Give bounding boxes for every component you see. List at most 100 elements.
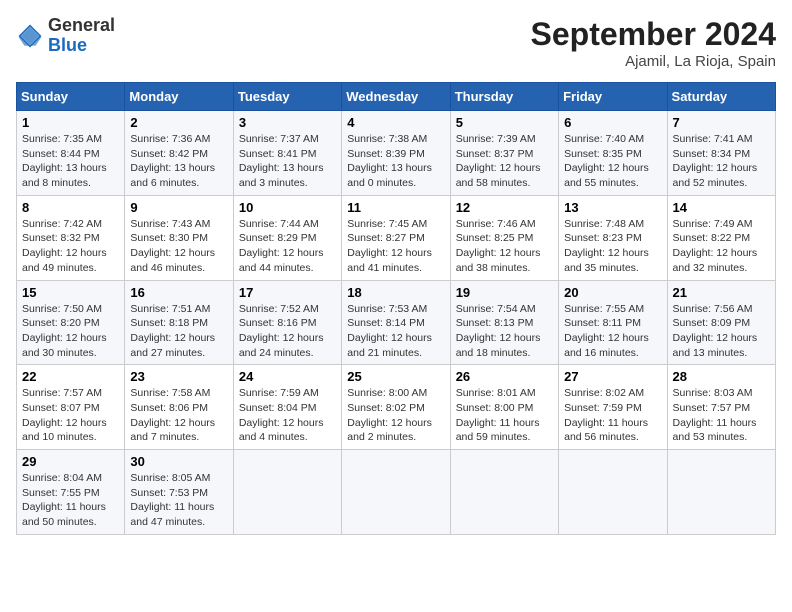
calendar-cell: 7 Sunrise: 7:41 AMSunset: 8:34 PMDayligh… [667, 111, 775, 196]
calendar-cell: 15 Sunrise: 7:50 AMSunset: 8:20 PMDaylig… [17, 280, 125, 365]
day-info: Sunrise: 7:38 AMSunset: 8:39 PMDaylight:… [347, 133, 432, 189]
day-info: Sunrise: 7:37 AMSunset: 8:41 PMDaylight:… [239, 133, 324, 189]
day-info: Sunrise: 7:42 AMSunset: 8:32 PMDaylight:… [22, 218, 107, 274]
calendar-cell: 19 Sunrise: 7:54 AMSunset: 8:13 PMDaylig… [450, 280, 558, 365]
day-number: 6 [564, 115, 661, 130]
calendar-cell: 30 Sunrise: 8:05 AMSunset: 7:53 PMDaylig… [125, 450, 233, 535]
day-info: Sunrise: 7:43 AMSunset: 8:30 PMDaylight:… [130, 218, 215, 274]
day-number: 17 [239, 285, 336, 300]
day-info: Sunrise: 7:58 AMSunset: 8:06 PMDaylight:… [130, 387, 215, 443]
day-info: Sunrise: 8:03 AMSunset: 7:57 PMDaylight:… [673, 387, 757, 443]
page-header: General Blue September 2024 Ajamil, La R… [16, 16, 776, 70]
calendar-cell: 5 Sunrise: 7:39 AMSunset: 8:37 PMDayligh… [450, 111, 558, 196]
calendar-cell: 21 Sunrise: 7:56 AMSunset: 8:09 PMDaylig… [667, 280, 775, 365]
day-info: Sunrise: 7:44 AMSunset: 8:29 PMDaylight:… [239, 218, 324, 274]
weekday-header: Sunday [17, 83, 125, 111]
calendar-cell: 11 Sunrise: 7:45 AMSunset: 8:27 PMDaylig… [342, 195, 450, 280]
calendar-cell [450, 450, 558, 535]
day-number: 26 [456, 369, 553, 384]
day-number: 7 [673, 115, 770, 130]
day-info: Sunrise: 7:35 AMSunset: 8:44 PMDaylight:… [22, 133, 107, 189]
day-number: 24 [239, 369, 336, 384]
day-number: 21 [673, 285, 770, 300]
day-info: Sunrise: 7:40 AMSunset: 8:35 PMDaylight:… [564, 133, 649, 189]
calendar-cell: 17 Sunrise: 7:52 AMSunset: 8:16 PMDaylig… [233, 280, 341, 365]
day-info: Sunrise: 8:01 AMSunset: 8:00 PMDaylight:… [456, 387, 540, 443]
day-info: Sunrise: 8:02 AMSunset: 7:59 PMDaylight:… [564, 387, 648, 443]
calendar-cell: 14 Sunrise: 7:49 AMSunset: 8:22 PMDaylig… [667, 195, 775, 280]
calendar-cell: 10 Sunrise: 7:44 AMSunset: 8:29 PMDaylig… [233, 195, 341, 280]
calendar-cell: 27 Sunrise: 8:02 AMSunset: 7:59 PMDaylig… [559, 365, 667, 450]
calendar-cell: 3 Sunrise: 7:37 AMSunset: 8:41 PMDayligh… [233, 111, 341, 196]
day-number: 16 [130, 285, 227, 300]
calendar-cell: 1 Sunrise: 7:35 AMSunset: 8:44 PMDayligh… [17, 111, 125, 196]
weekday-header: Monday [125, 83, 233, 111]
calendar-cell: 22 Sunrise: 7:57 AMSunset: 8:07 PMDaylig… [17, 365, 125, 450]
logo: General Blue [16, 16, 115, 56]
day-info: Sunrise: 7:54 AMSunset: 8:13 PMDaylight:… [456, 303, 541, 359]
logo-text: General Blue [48, 16, 115, 56]
day-number: 22 [22, 369, 119, 384]
calendar-cell [342, 450, 450, 535]
day-info: Sunrise: 8:00 AMSunset: 8:02 PMDaylight:… [347, 387, 432, 443]
day-number: 19 [456, 285, 553, 300]
calendar-cell: 8 Sunrise: 7:42 AMSunset: 8:32 PMDayligh… [17, 195, 125, 280]
weekday-header: Friday [559, 83, 667, 111]
day-info: Sunrise: 7:39 AMSunset: 8:37 PMDaylight:… [456, 133, 541, 189]
day-info: Sunrise: 7:59 AMSunset: 8:04 PMDaylight:… [239, 387, 324, 443]
title-block: September 2024 Ajamil, La Rioja, Spain [531, 16, 776, 70]
calendar-cell: 18 Sunrise: 7:53 AMSunset: 8:14 PMDaylig… [342, 280, 450, 365]
calendar-table: SundayMondayTuesdayWednesdayThursdayFrid… [16, 82, 776, 535]
calendar-cell [667, 450, 775, 535]
calendar-cell: 20 Sunrise: 7:55 AMSunset: 8:11 PMDaylig… [559, 280, 667, 365]
day-number: 8 [22, 200, 119, 215]
calendar-cell: 29 Sunrise: 8:04 AMSunset: 7:55 PMDaylig… [17, 450, 125, 535]
calendar-cell: 24 Sunrise: 7:59 AMSunset: 8:04 PMDaylig… [233, 365, 341, 450]
calendar-cell: 16 Sunrise: 7:51 AMSunset: 8:18 PMDaylig… [125, 280, 233, 365]
weekday-header: Thursday [450, 83, 558, 111]
day-number: 5 [456, 115, 553, 130]
calendar-cell [233, 450, 341, 535]
day-info: Sunrise: 7:46 AMSunset: 8:25 PMDaylight:… [456, 218, 541, 274]
day-info: Sunrise: 7:53 AMSunset: 8:14 PMDaylight:… [347, 303, 432, 359]
day-info: Sunrise: 7:41 AMSunset: 8:34 PMDaylight:… [673, 133, 758, 189]
day-number: 29 [22, 454, 119, 469]
calendar-cell: 6 Sunrise: 7:40 AMSunset: 8:35 PMDayligh… [559, 111, 667, 196]
day-number: 25 [347, 369, 444, 384]
day-number: 11 [347, 200, 444, 215]
day-number: 30 [130, 454, 227, 469]
day-number: 1 [22, 115, 119, 130]
day-number: 23 [130, 369, 227, 384]
day-number: 14 [673, 200, 770, 215]
calendar-cell: 28 Sunrise: 8:03 AMSunset: 7:57 PMDaylig… [667, 365, 775, 450]
day-info: Sunrise: 7:55 AMSunset: 8:11 PMDaylight:… [564, 303, 649, 359]
day-info: Sunrise: 7:52 AMSunset: 8:16 PMDaylight:… [239, 303, 324, 359]
weekday-header: Saturday [667, 83, 775, 111]
calendar-cell: 4 Sunrise: 7:38 AMSunset: 8:39 PMDayligh… [342, 111, 450, 196]
day-info: Sunrise: 7:51 AMSunset: 8:18 PMDaylight:… [130, 303, 215, 359]
calendar-cell [559, 450, 667, 535]
day-info: Sunrise: 7:50 AMSunset: 8:20 PMDaylight:… [22, 303, 107, 359]
location: Ajamil, La Rioja, Spain [531, 53, 776, 70]
calendar-cell: 23 Sunrise: 7:58 AMSunset: 8:06 PMDaylig… [125, 365, 233, 450]
day-info: Sunrise: 8:05 AMSunset: 7:53 PMDaylight:… [130, 472, 214, 528]
calendar-cell: 9 Sunrise: 7:43 AMSunset: 8:30 PMDayligh… [125, 195, 233, 280]
day-number: 2 [130, 115, 227, 130]
day-number: 12 [456, 200, 553, 215]
logo-icon [16, 22, 44, 50]
day-number: 10 [239, 200, 336, 215]
calendar-cell: 25 Sunrise: 8:00 AMSunset: 8:02 PMDaylig… [342, 365, 450, 450]
day-info: Sunrise: 7:48 AMSunset: 8:23 PMDaylight:… [564, 218, 649, 274]
day-number: 27 [564, 369, 661, 384]
day-number: 13 [564, 200, 661, 215]
day-number: 28 [673, 369, 770, 384]
day-number: 9 [130, 200, 227, 215]
day-number: 18 [347, 285, 444, 300]
calendar-cell: 2 Sunrise: 7:36 AMSunset: 8:42 PMDayligh… [125, 111, 233, 196]
day-number: 20 [564, 285, 661, 300]
day-number: 4 [347, 115, 444, 130]
day-info: Sunrise: 7:36 AMSunset: 8:42 PMDaylight:… [130, 133, 215, 189]
calendar-cell: 26 Sunrise: 8:01 AMSunset: 8:00 PMDaylig… [450, 365, 558, 450]
day-info: Sunrise: 7:45 AMSunset: 8:27 PMDaylight:… [347, 218, 432, 274]
day-info: Sunrise: 7:57 AMSunset: 8:07 PMDaylight:… [22, 387, 107, 443]
